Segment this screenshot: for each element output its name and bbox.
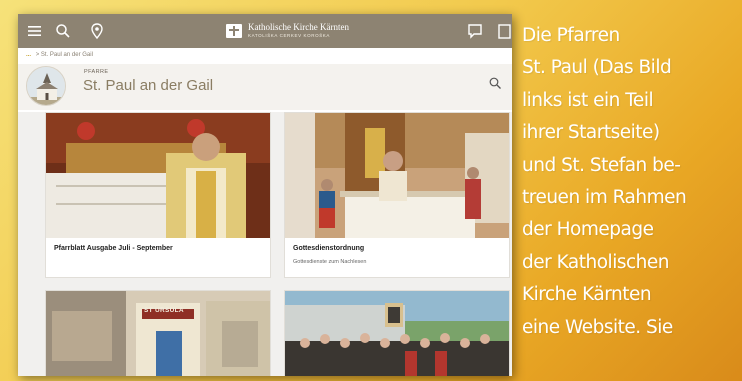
website-screenshot: Katholische Kirche Kärnten KATOLIŠKA CER… bbox=[18, 14, 512, 376]
description-line: der Homepage bbox=[522, 219, 654, 241]
brand-name: Katholische Kirche Kärnten bbox=[248, 22, 349, 33]
parish-type-label: PFARRE bbox=[84, 69, 109, 75]
brand-logo[interactable]: Katholische Kirche Kärnten KATOLIŠKA CER… bbox=[226, 21, 349, 41]
church-avatar bbox=[26, 66, 66, 106]
parish-title: St. Paul an der Gail bbox=[83, 77, 214, 94]
card-image bbox=[46, 113, 270, 238]
card-image bbox=[285, 291, 509, 376]
banner-sign-text: ST URSULA bbox=[144, 307, 184, 314]
menu-icon[interactable] bbox=[26, 22, 44, 40]
news-card[interactable]: ST URSULA bbox=[45, 290, 271, 376]
card-title[interactable]: Pfarrblatt Ausgabe Juli - September bbox=[54, 245, 173, 252]
description-line: links ist ein Teil bbox=[522, 89, 654, 111]
description-line: Kirche Kärnten bbox=[522, 284, 652, 306]
breadcrumb-more[interactable]: ... bbox=[26, 52, 31, 58]
card-image bbox=[46, 291, 270, 376]
parish-search-icon[interactable] bbox=[488, 76, 502, 90]
card-subtitle: Gottesdienste zum Nachlesen bbox=[293, 259, 367, 265]
description-line: St. Paul (Das Bild bbox=[522, 57, 672, 79]
description-line: Die Pfarren bbox=[522, 25, 620, 46]
top-navigation-bar: Katholische Kirche Kärnten KATOLIŠKA CER… bbox=[18, 14, 512, 48]
news-card[interactable]: Pfarrblatt Ausgabe Juli - September bbox=[45, 112, 271, 278]
news-card[interactable] bbox=[284, 290, 510, 376]
church-icon bbox=[27, 67, 65, 105]
cross-logo-icon bbox=[226, 24, 242, 38]
card-image bbox=[285, 113, 509, 238]
breadcrumb-current[interactable]: St. Paul an der Gail bbox=[41, 52, 93, 58]
description-line: eine Website. Sie bbox=[522, 316, 673, 338]
document-icon[interactable] bbox=[496, 22, 512, 40]
content-grid: Pfarrblatt Ausgabe Juli - September Gott… bbox=[18, 112, 512, 376]
description-line: treuen im Rahmen bbox=[522, 187, 687, 209]
search-icon[interactable] bbox=[54, 22, 72, 40]
breadcrumb-separator: > bbox=[35, 52, 40, 58]
description-line: ihrer Startseite) bbox=[522, 122, 660, 144]
description-line: und St. Stefan be- bbox=[522, 154, 681, 176]
description-text: Die Pfarren St. Paul (Das Bild links ist… bbox=[522, 20, 734, 344]
location-pin-icon[interactable] bbox=[88, 22, 106, 40]
description-line: der Katholischen bbox=[522, 251, 669, 273]
brand-subtitle: KATOLIŠKA CERKEV KOROŠKA bbox=[248, 33, 331, 39]
card-title[interactable]: Gottesdienstordnung bbox=[293, 245, 364, 252]
breadcrumb: ... > St. Paul an der Gail bbox=[26, 52, 93, 58]
news-card[interactable]: Gottesdienstordnung Gottesdienste zum Na… bbox=[284, 112, 510, 278]
chat-icon[interactable] bbox=[466, 22, 484, 40]
